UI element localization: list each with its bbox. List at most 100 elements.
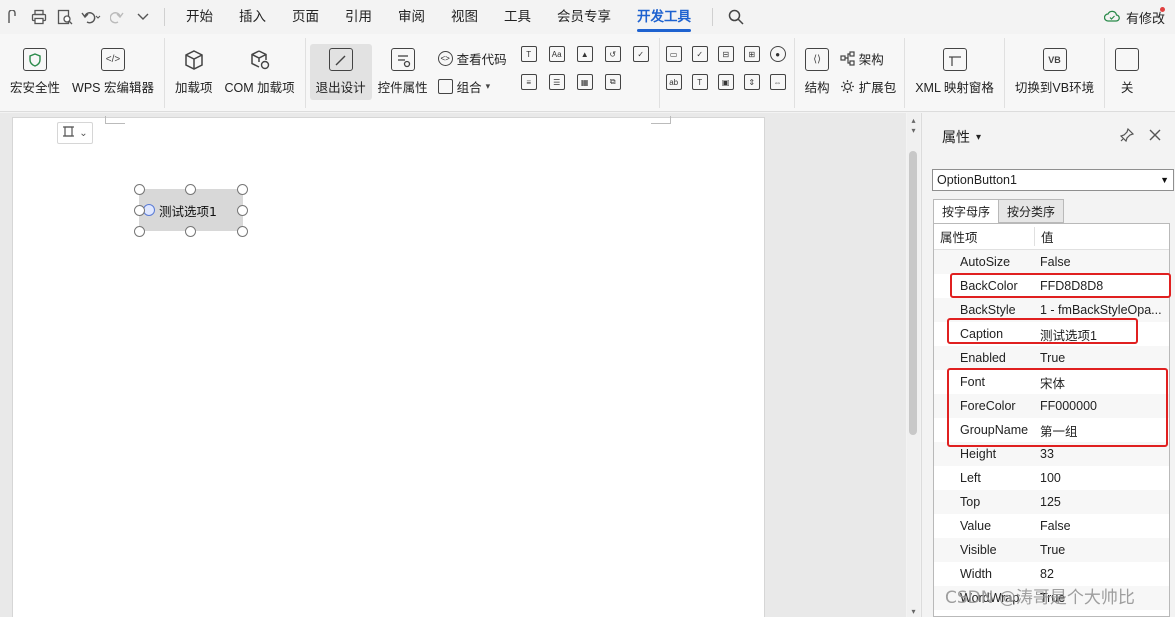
property-row[interactable]: AutoSize False	[934, 250, 1169, 274]
rich-text-control-icon[interactable]: Aa	[548, 46, 565, 62]
image-control-icon[interactable]: ▣	[717, 74, 734, 90]
textbox-activex-icon[interactable]: T	[691, 74, 708, 90]
tab-member[interactable]: 会员专享	[544, 0, 624, 34]
option-button-control[interactable]: 测试选项1	[139, 189, 243, 231]
scroll-up-icon[interactable]: ▾	[909, 126, 918, 135]
modify-status[interactable]: 有修改	[1103, 0, 1165, 34]
group-icon	[437, 78, 453, 94]
close-partial-button[interactable]: 关	[1109, 44, 1145, 100]
exit-design-button[interactable]: 退出设计	[309, 44, 372, 100]
object-selector[interactable]: OptionButton1 ▼	[932, 169, 1174, 191]
resize-handle[interactable]	[237, 205, 248, 216]
properties-sheet-icon	[390, 48, 415, 71]
undo-icon[interactable]	[78, 4, 104, 30]
csdn-watermark: CSDN @涛哥是个大帅比	[945, 588, 1135, 608]
property-value[interactable]: True	[1034, 543, 1169, 557]
column-header-value: 值	[1034, 227, 1169, 246]
property-value[interactable]: 125	[1034, 495, 1169, 509]
scroll-up-icon[interactable]: ▴	[909, 116, 918, 125]
search-icon[interactable]	[723, 4, 749, 30]
scrollbar-thumb[interactable]	[909, 151, 917, 435]
tab-categorized[interactable]: 按分类序	[998, 199, 1065, 223]
addins-button[interactable]: 加载项	[169, 44, 219, 100]
xml-mapping-pane-button[interactable]: XML 映射窗格	[909, 44, 1000, 100]
layout-icon	[62, 125, 75, 141]
property-value[interactable]: 33	[1034, 447, 1169, 461]
document-scrollbar[interactable]: ▴ ▾ ▾	[907, 113, 920, 617]
checkbox-control-icon[interactable]: ✓	[632, 46, 649, 62]
property-value[interactable]: False	[1034, 519, 1169, 533]
checkbox-activex-icon[interactable]: ✓	[691, 46, 708, 62]
tab-review[interactable]: 审阅	[385, 0, 438, 34]
resize-handle[interactable]	[237, 226, 248, 237]
panel-title: 属性	[942, 129, 970, 145]
tab-home[interactable]: 开始	[173, 0, 226, 34]
document-page[interactable]: ⌄ 测试选项1	[12, 116, 765, 617]
resize-handle[interactable]	[134, 184, 145, 195]
control-properties-button[interactable]: 控件属性	[372, 44, 434, 100]
xml-mapping-pane-label: XML 映射窗格	[915, 81, 994, 95]
view-code-button[interactable]: <> 查看代码	[437, 48, 507, 68]
command-button-control-icon[interactable]: ▭	[665, 46, 682, 62]
tab-tools[interactable]: 工具	[491, 0, 544, 34]
frame-control-icon[interactable]: ⊞	[743, 46, 760, 62]
tab-page[interactable]: 页面	[279, 0, 332, 34]
macro-security-button[interactable]: 宏安全性	[4, 44, 66, 100]
property-value[interactable]: 82	[1034, 567, 1169, 581]
spin-button-control-icon[interactable]: ⇕	[743, 74, 760, 90]
repeating-section-control-icon[interactable]: ⧉	[604, 74, 621, 90]
layout-options-button[interactable]: ⌄	[57, 122, 93, 144]
property-value[interactable]: False	[1034, 255, 1169, 269]
tab-alphabetic[interactable]: 按字母序	[933, 199, 1000, 224]
chevron-down-icon[interactable]	[130, 4, 156, 30]
panel-title-dropdown[interactable]: 属性 ▾	[942, 127, 981, 147]
structure-button[interactable]: ⟨⟩ 结构	[799, 44, 836, 100]
property-row[interactable]: Enabled True	[934, 346, 1169, 370]
highlight-box-backcolor	[950, 273, 1171, 298]
print-icon[interactable]	[26, 4, 52, 30]
property-row[interactable]: Visible True	[934, 538, 1169, 562]
property-row[interactable]: Left 100	[934, 466, 1169, 490]
switch-to-vb-button[interactable]: VB 切换到VB环境	[1009, 44, 1100, 100]
pin-icon[interactable]	[1118, 126, 1136, 144]
resize-handle[interactable]	[185, 184, 196, 195]
resize-handle[interactable]	[134, 205, 145, 216]
tab-references[interactable]: 引用	[332, 0, 385, 34]
scroll-bar-control-icon[interactable]: ⇔	[769, 74, 786, 90]
schema-tree-icon	[840, 50, 855, 66]
schema-button[interactable]: 架构	[840, 48, 897, 68]
resize-handle[interactable]	[185, 226, 196, 237]
building-block-control-icon[interactable]: ↺	[604, 46, 621, 62]
com-addins-button[interactable]: COM 加载项	[218, 44, 300, 100]
combo-box-control-icon[interactable]: ≡	[520, 74, 537, 90]
expansion-pack-button[interactable]: 扩展包	[840, 76, 896, 96]
property-name: Value	[960, 519, 992, 533]
group-button[interactable]: 组合 ▾	[437, 76, 507, 96]
picture-control-icon[interactable]: ▲	[576, 46, 593, 62]
resize-handle[interactable]	[134, 226, 145, 237]
list-box-control-icon[interactable]: ⊟	[717, 46, 734, 62]
property-row[interactable]: Value False	[934, 514, 1169, 538]
dropdown-list-control-icon[interactable]: ☰	[548, 74, 565, 90]
modify-label: 有修改	[1125, 10, 1165, 26]
redo-icon[interactable]	[104, 4, 130, 30]
property-row[interactable]: Top 125	[934, 490, 1169, 514]
scroll-down-icon[interactable]: ▾	[909, 607, 918, 616]
close-icon[interactable]	[1146, 126, 1164, 144]
tab-insert[interactable]: 插入	[226, 0, 279, 34]
wps-macro-editor-button[interactable]: </> WPS 宏编辑器	[66, 44, 160, 100]
property-value[interactable]: True	[1034, 351, 1169, 365]
date-picker-control-icon[interactable]: ▦	[576, 74, 593, 90]
link-icon[interactable]	[0, 4, 26, 30]
print-preview-icon[interactable]	[52, 4, 78, 30]
control-properties-label: 控件属性	[377, 81, 428, 95]
option-button-control-icon[interactable]: ●	[769, 46, 786, 62]
property-value[interactable]: 1 - fmBackStyleOpa...	[1034, 303, 1169, 317]
tab-view[interactable]: 视图	[438, 0, 491, 34]
text-box-control-icon[interactable]: T	[520, 46, 537, 62]
resize-handle[interactable]	[237, 184, 248, 195]
tab-developer[interactable]: 开发工具	[624, 0, 704, 34]
wps-writer-window: 开始 插入 页面 引用 审阅 视图 工具 会员专享 开发工具 有修改 宏安全性 …	[0, 0, 1175, 617]
property-value[interactable]: 100	[1034, 471, 1169, 485]
label-control-icon[interactable]: ab	[665, 74, 682, 90]
